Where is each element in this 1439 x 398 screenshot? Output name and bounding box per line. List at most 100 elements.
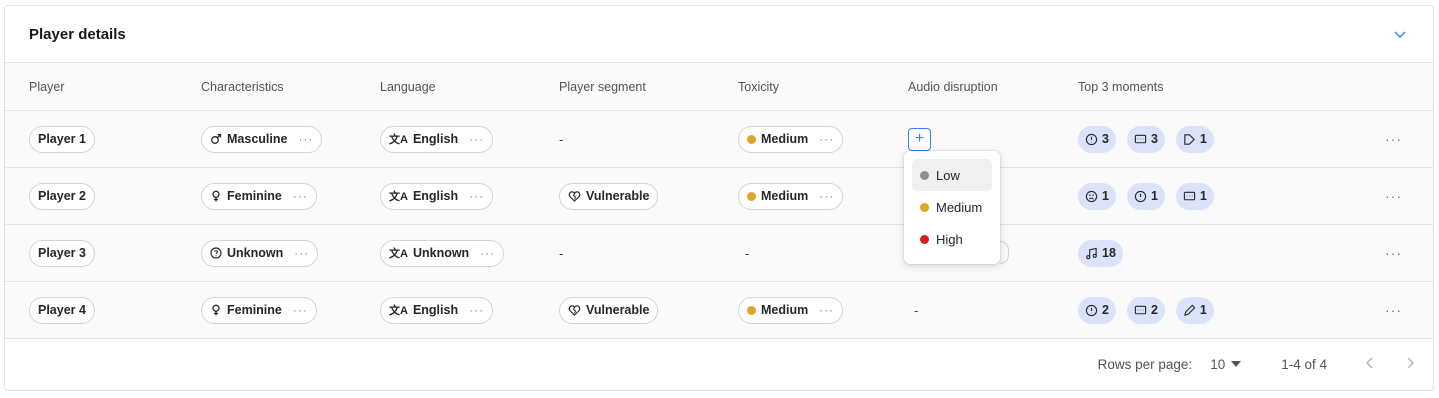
moment-count: 3 (1150, 132, 1158, 146)
dropdown-option-low[interactable]: Low (912, 159, 992, 191)
plus-icon: + (914, 130, 925, 147)
moment-chip[interactable]: 2 (1126, 296, 1165, 324)
row-more-icon[interactable]: ··· (1385, 245, 1402, 261)
more-icon[interactable]: ··· (469, 132, 484, 146)
chat-icon (1134, 305, 1147, 314)
moment-count: 18 (1102, 246, 1116, 260)
moment-count: 1 (1199, 132, 1207, 146)
language-label: Unknown (412, 246, 470, 260)
row-more-icon[interactable]: ··· (1385, 188, 1402, 204)
toxicity-chip[interactable]: Medium ··· (738, 296, 844, 324)
angry-icon (1085, 190, 1098, 202)
language-chip[interactable]: 文A English ··· (380, 296, 494, 324)
rows-per-page-select[interactable]: 10 (1210, 356, 1242, 372)
row-more-icon[interactable]: ··· (1385, 302, 1402, 318)
card-header[interactable]: Player details (5, 6, 1433, 63)
pen-icon (1183, 304, 1196, 316)
player-chip[interactable]: Player 2 (29, 182, 95, 210)
characteristic-label: Masculine (227, 132, 288, 146)
characteristic-chip[interactable]: Unknown ··· (201, 239, 319, 267)
characteristic-chip[interactable]: Feminine ··· (201, 296, 317, 324)
segment-chip[interactable]: Vulnerable (559, 296, 659, 324)
more-icon[interactable]: ··· (294, 246, 309, 260)
more-icon[interactable]: ··· (480, 246, 495, 260)
characteristic-label: Feminine (227, 303, 282, 317)
moment-chip[interactable]: 1 (1078, 182, 1116, 210)
low-dot (920, 170, 929, 180)
masculine-icon (211, 133, 222, 144)
moment-count: 1 (1102, 189, 1109, 203)
toxicity-dot (747, 305, 756, 315)
toxicity-chip[interactable]: Medium ··· (738, 125, 844, 153)
toxicity-dot (747, 191, 756, 201)
more-icon[interactable]: ··· (293, 303, 308, 317)
more-icon[interactable]: ··· (469, 303, 484, 317)
language-chip[interactable]: 文A Unknown ··· (380, 239, 505, 267)
rows-per-page-label: Rows per page: (1097, 356, 1193, 372)
more-icon[interactable]: ··· (469, 189, 484, 203)
player-chip[interactable]: Player 4 (29, 296, 95, 324)
voice-icon (1184, 133, 1195, 145)
language-label: English (412, 132, 459, 146)
broken-heart-icon (568, 304, 581, 316)
chat-icon (1183, 191, 1196, 200)
alert-icon (1134, 190, 1147, 202)
row-more-icon[interactable]: ··· (1385, 131, 1402, 147)
more-icon[interactable]: ··· (293, 189, 308, 203)
moment-chip[interactable]: 1 (1126, 182, 1165, 210)
music-icon (1086, 247, 1097, 259)
moment-chip[interactable]: 1 (1175, 125, 1214, 153)
audio-empty: - (914, 302, 919, 318)
option-label: Low (936, 167, 960, 183)
more-icon[interactable]: ··· (298, 132, 313, 146)
translate-icon: 文A (389, 191, 408, 203)
moment-count: 3 (1102, 132, 1109, 146)
moment-chip[interactable]: 1 (1175, 182, 1214, 210)
table-row: Player 3 Unknown ··· 文A Unknown ··· - - (5, 225, 1433, 282)
language-label: English (412, 303, 459, 317)
toxicity-dot (747, 134, 756, 144)
language-chip[interactable]: 文A English ··· (380, 182, 494, 210)
segment-chip[interactable]: Vulnerable (559, 182, 659, 210)
toxicity-chip[interactable]: Medium ··· (738, 182, 844, 210)
language-label: English (412, 189, 459, 203)
moment-chip[interactable]: 2 (1078, 296, 1116, 324)
table-header: Player Characteristics Language Player s… (5, 63, 1433, 111)
prev-page-icon[interactable] (1365, 356, 1375, 373)
add-audio-disruption-button[interactable]: + (908, 127, 931, 151)
language-chip[interactable]: 文A English ··· (380, 125, 494, 153)
more-icon[interactable]: ··· (819, 132, 834, 146)
unknown-icon (210, 247, 222, 259)
toxicity-label: Medium (761, 189, 809, 203)
column-header-audio-disruption: Audio disruption (908, 79, 998, 94)
table-row: Player 4 Feminine ··· 文A English ··· Vul… (5, 282, 1433, 339)
toxicity-empty: - (745, 245, 750, 261)
chevron-down-icon[interactable] (1391, 25, 1409, 43)
column-header-characteristics: Characteristics (201, 79, 284, 94)
translate-icon: 文A (389, 248, 408, 260)
more-icon[interactable]: ··· (819, 189, 834, 203)
moment-chip[interactable]: 1 (1175, 296, 1214, 324)
player-chip[interactable]: Player 1 (29, 125, 95, 153)
pagination-footer: Rows per page: 10 1-4 of 4 (5, 339, 1433, 389)
feminine-icon (212, 190, 220, 202)
toxicity-label: Medium (761, 303, 809, 317)
moment-chip[interactable]: 18 (1078, 239, 1123, 267)
moment-count: 1 (1199, 189, 1207, 203)
moment-count: 1 (1150, 189, 1158, 203)
dropdown-option-medium[interactable]: Medium (912, 191, 992, 223)
characteristic-chip[interactable]: Feminine ··· (201, 182, 317, 210)
next-page-icon[interactable] (1405, 356, 1415, 373)
medium-dot (920, 202, 929, 212)
moment-chip[interactable]: 3 (1078, 125, 1116, 153)
dropdown-option-high[interactable]: High (912, 223, 992, 255)
more-icon[interactable]: ··· (819, 303, 834, 317)
page-range: 1-4 of 4 (1281, 356, 1327, 372)
moment-count: 2 (1102, 303, 1109, 317)
player-chip[interactable]: Player 3 (29, 239, 95, 267)
moment-chip[interactable]: 3 (1126, 125, 1165, 153)
characteristic-chip[interactable]: Masculine ··· (201, 125, 323, 153)
high-dot (920, 234, 929, 244)
feminine-icon (212, 304, 220, 316)
rows-per-page-value: 10 (1210, 356, 1226, 372)
